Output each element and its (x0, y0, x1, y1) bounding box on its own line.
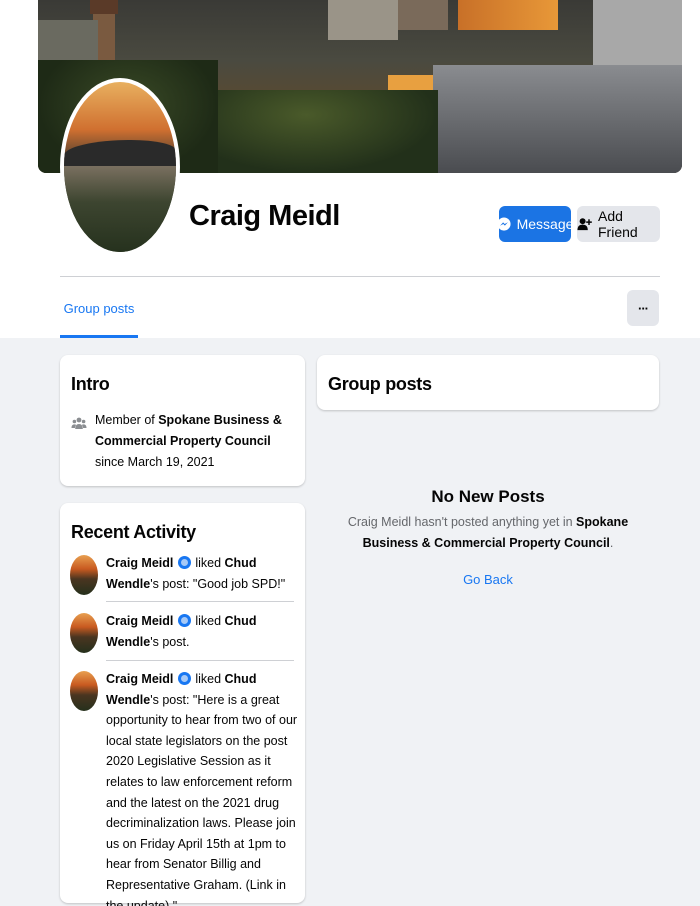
intro-suffix: since March 19, 2021 (95, 455, 215, 469)
activity-divider (106, 660, 294, 661)
messenger-icon (497, 217, 511, 231)
verified-badge-icon (177, 556, 191, 569)
profile-header: Craig Meidl Message Add Friend Group pos… (0, 0, 700, 338)
add-friend-button-label: Add Friend (598, 208, 638, 240)
verified-badge-icon (177, 672, 191, 685)
message-button[interactable]: Message (497, 206, 574, 242)
group-posts-card: Group posts (317, 355, 659, 410)
group-icon (71, 417, 87, 429)
activity-item: Craig Meidl liked Chud Wendle's post: "G… (70, 553, 298, 595)
avatar[interactable] (70, 613, 98, 653)
intro-membership: Member of Spokane Business & Commercial … (71, 410, 296, 473)
verified-badge-icon (177, 614, 191, 627)
activity-actor-link[interactable]: Craig Meidl (106, 672, 173, 686)
activity-text[interactable]: 's post: "Good job SPD!" (150, 577, 285, 591)
activity-item: Craig Meidl liked Chud Wendle's post. (70, 611, 298, 653)
add-friend-icon (577, 218, 592, 231)
activity-divider (106, 601, 294, 602)
empty-state-prefix: Craig Meidl hasn't posted anything yet i… (347, 515, 577, 529)
profile-name: Craig Meidl (189, 200, 340, 232)
empty-state-message: Craig Meidl hasn't posted anything yet i… (330, 512, 646, 554)
message-button-label: Message (516, 216, 574, 232)
activity-actor-link[interactable]: Craig Meidl (106, 614, 173, 628)
recent-activity-title: Recent Activity (71, 522, 196, 542)
profile-avatar[interactable] (60, 78, 180, 256)
intro-title: Intro (71, 374, 110, 394)
avatar[interactable] (70, 555, 98, 595)
recent-activity-card: Recent Activity Craig Meidl liked Chud W… (60, 503, 305, 906)
activity-actor-link[interactable]: Craig Meidl (106, 556, 173, 570)
tab-group-posts[interactable]: Group posts (60, 290, 138, 338)
activity-verb: liked (191, 614, 225, 628)
activity-verb: liked (191, 556, 225, 570)
more-icon: ··· (638, 300, 649, 316)
more-options-button[interactable]: ··· (627, 290, 659, 326)
group-posts-title: Group posts (328, 374, 432, 394)
add-friend-button[interactable]: Add Friend (577, 206, 660, 242)
intro-prefix: Member of (95, 413, 159, 427)
activity-text[interactable]: 's post. (150, 635, 189, 649)
activity-text[interactable]: 's post: "Here is a great opportunity to… (106, 693, 297, 906)
empty-state-title: No New Posts (431, 487, 545, 506)
empty-state-suffix: . (609, 536, 614, 550)
header-divider (60, 276, 660, 277)
activity-verb: liked (191, 672, 225, 686)
intro-card: Intro Member of Spokane Business & Comme… (60, 355, 305, 486)
activity-item: Craig Meidl liked Chud Wendle's post: "H… (70, 669, 298, 906)
go-back-link[interactable]: Go Back (317, 572, 659, 587)
intro-membership-text: Member of Spokane Business & Commercial … (95, 410, 296, 473)
avatar[interactable] (70, 671, 98, 711)
